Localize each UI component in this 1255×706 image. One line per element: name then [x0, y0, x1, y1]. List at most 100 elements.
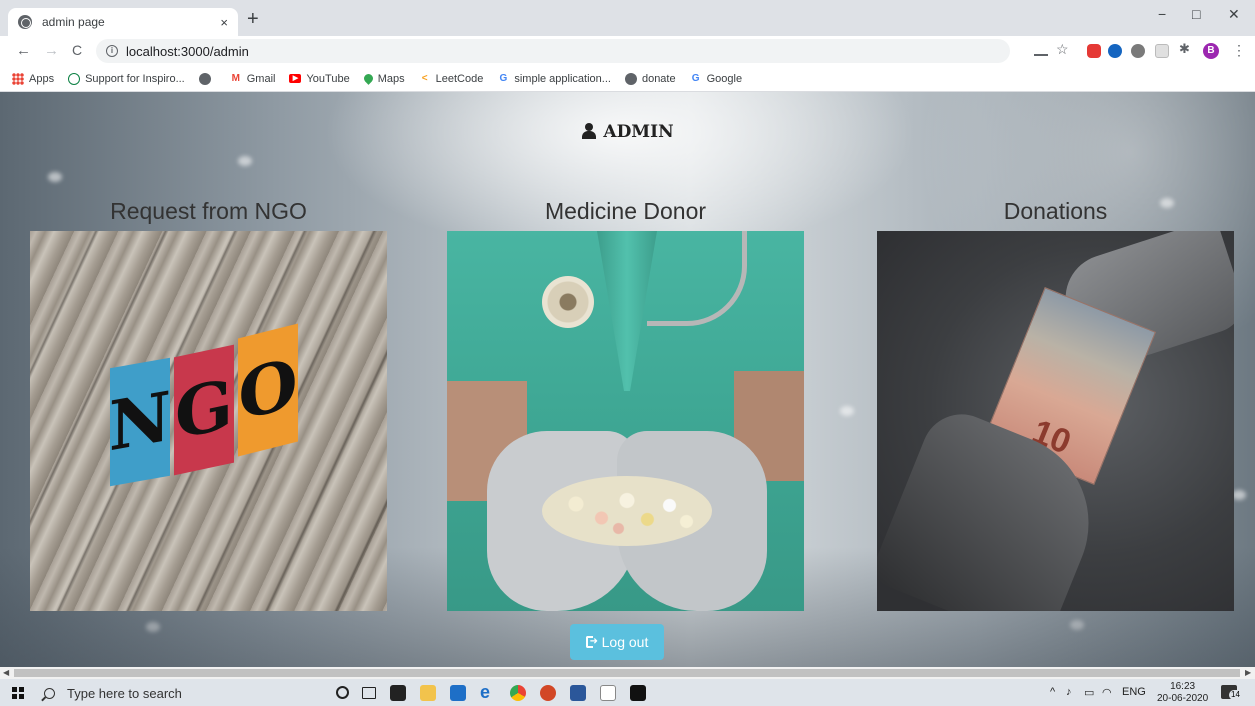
close-window-button[interactable]: ✕ — [1228, 6, 1240, 23]
background-sparkle — [1070, 620, 1084, 630]
windows-start-icon[interactable] — [12, 687, 24, 699]
logout-button[interactable]: ➜ Log out — [570, 624, 664, 660]
tray-chevron-icon[interactable]: ^ — [1050, 686, 1055, 698]
mail-icon[interactable] — [450, 685, 466, 701]
google-icon: G — [499, 72, 508, 84]
clock-date: 20-06-2020 — [1157, 693, 1209, 704]
notifications-icon[interactable]: 14 — [1221, 685, 1242, 700]
gear-extension-icon[interactable] — [1131, 44, 1145, 58]
bookmark-label: LeetCode — [435, 72, 484, 85]
key-icon[interactable] — [1034, 48, 1048, 56]
store-bag-icon[interactable] — [390, 685, 406, 701]
address-url: localhost:3000/admin — [126, 43, 249, 59]
windows-taskbar: Type here to search e ^ ♪ ▭ ◠ ENG 16:23 … — [0, 679, 1255, 706]
youtube-icon: ▶ — [289, 74, 302, 83]
battery-icon[interactable]: ▭ — [1084, 686, 1094, 699]
sign-out-icon: ➜ — [585, 636, 598, 648]
stethoscope-tube — [647, 231, 747, 326]
browser-menu-icon[interactable]: ⋮ — [1232, 42, 1246, 59]
bookmark-support[interactable]: Support for Inspiro... — [68, 72, 185, 85]
card-medicine-donor[interactable]: Medicine Donor — [447, 197, 804, 611]
document-icon[interactable] — [600, 685, 616, 701]
edge-icon[interactable]: e — [480, 682, 496, 702]
shield-extension-icon[interactable] — [1087, 44, 1101, 58]
logout-label: Log out — [601, 634, 649, 650]
stethoscope-icon — [542, 276, 594, 328]
search-placeholder: Type here to search — [67, 685, 182, 701]
browser-toolbar: ← → C i localhost:3000/admin ☆ ✱ B ⋮ — [0, 36, 1255, 66]
card-title[interactable]: Medicine Donor — [447, 197, 804, 225]
background-sparkle — [1232, 490, 1246, 500]
profile-avatar[interactable]: B — [1203, 43, 1219, 59]
card-title[interactable]: Request from NGO — [30, 197, 387, 225]
card-request-from-ngo[interactable]: Request from NGO N G O — [30, 197, 387, 611]
reload-button[interactable]: C — [72, 42, 82, 58]
volume-icon[interactable]: ♪ — [1066, 686, 1072, 698]
page-viewport: ADMIN Request from NGO N G O Medicine Do… — [0, 92, 1255, 667]
bookmark-gmail[interactable]: M Gmail — [230, 73, 276, 85]
tab-close-icon[interactable]: × — [220, 15, 228, 30]
minimize-button[interactable]: − — [1158, 6, 1166, 22]
clock-time: 16:23 — [1170, 681, 1196, 692]
forward-button[interactable]: → — [44, 42, 59, 59]
site-info-icon[interactable]: i — [106, 45, 118, 57]
bookmark-label: Apps — [29, 72, 55, 85]
scroll-right-icon[interactable]: ▶ — [1245, 667, 1251, 679]
taskbar-clock[interactable]: 16:23 20-06-2020 — [1157, 681, 1208, 705]
letter-block-o: O — [238, 323, 298, 457]
horizontal-scrollbar[interactable]: ◀ ▶ — [0, 667, 1255, 679]
back-button[interactable]: ← — [16, 42, 31, 59]
bookmark-apps[interactable]: Apps — [12, 72, 55, 85]
search-icon — [44, 687, 55, 699]
circle-extension-icon[interactable] — [1108, 44, 1122, 58]
background-sparkle — [238, 156, 252, 166]
maximize-button[interactable]: □ — [1192, 6, 1200, 22]
card-donations[interactable]: Donations 10 — [877, 197, 1234, 611]
address-bar[interactable]: i localhost:3000/admin — [96, 39, 1010, 63]
browser-tab-admin-page[interactable]: admin page × — [8, 8, 238, 36]
terminal-icon[interactable] — [630, 685, 646, 701]
bookmark-simple-application[interactable]: G simple application... — [497, 73, 611, 85]
puzzle-extensions-icon[interactable]: ✱ — [1179, 41, 1193, 56]
scrollbar-thumb[interactable] — [14, 669, 1240, 677]
bookmark-maps[interactable]: Maps — [361, 72, 405, 85]
powerpoint-icon[interactable] — [540, 685, 556, 701]
taskbar-search-input[interactable]: Type here to search — [36, 682, 312, 704]
page-title: ADMIN — [0, 122, 1255, 142]
bookmark-leetcode[interactable]: < LeetCode — [419, 73, 484, 85]
cortana-icon[interactable] — [336, 686, 349, 699]
leetcode-icon: < — [421, 72, 428, 84]
bookmarks-bar: Apps Support for Inspiro... M Gmail ▶ Yo… — [0, 66, 1255, 92]
money-handover-image[interactable]: 10 — [877, 231, 1234, 611]
pills-pile — [542, 476, 712, 546]
card-title[interactable]: Donations — [877, 197, 1234, 225]
bookmark-label: Maps — [377, 72, 405, 85]
globe-icon — [624, 72, 637, 85]
bookmark-donate[interactable]: donate — [624, 72, 676, 85]
wifi-icon[interactable]: ◠ — [1102, 686, 1112, 699]
file-explorer-icon[interactable] — [420, 685, 436, 701]
notification-count: 14 — [1229, 690, 1242, 700]
star-bookmark-icon[interactable]: ☆ — [1056, 41, 1070, 57]
bookmark-google[interactable]: G Google — [690, 73, 742, 85]
square-extension-icon[interactable] — [1155, 44, 1169, 58]
bookmark-youtube[interactable]: ▶ YouTube — [289, 73, 350, 85]
medicine-hands-image[interactable] — [447, 231, 804, 611]
gmail-icon: M — [231, 72, 240, 84]
background-sparkle — [840, 406, 854, 416]
chrome-icon[interactable] — [510, 685, 526, 701]
language-indicator[interactable]: ENG — [1122, 686, 1146, 698]
ngo-blocks-image[interactable]: N G O — [30, 231, 387, 611]
maps-pin-icon — [361, 72, 375, 85]
page-title-text: ADMIN — [603, 122, 674, 142]
word-icon[interactable] — [570, 685, 586, 701]
bookmark-label: Gmail — [246, 72, 276, 85]
bookmark-globe[interactable] — [198, 72, 216, 85]
apps-grid-icon — [12, 72, 24, 85]
bookmark-label: simple application... — [514, 72, 611, 85]
tab-title: admin page — [42, 15, 105, 29]
task-view-icon[interactable] — [362, 687, 376, 699]
new-tab-button[interactable]: + — [247, 9, 259, 29]
scroll-left-icon[interactable]: ◀ — [3, 667, 9, 679]
globe-icon — [18, 15, 32, 29]
